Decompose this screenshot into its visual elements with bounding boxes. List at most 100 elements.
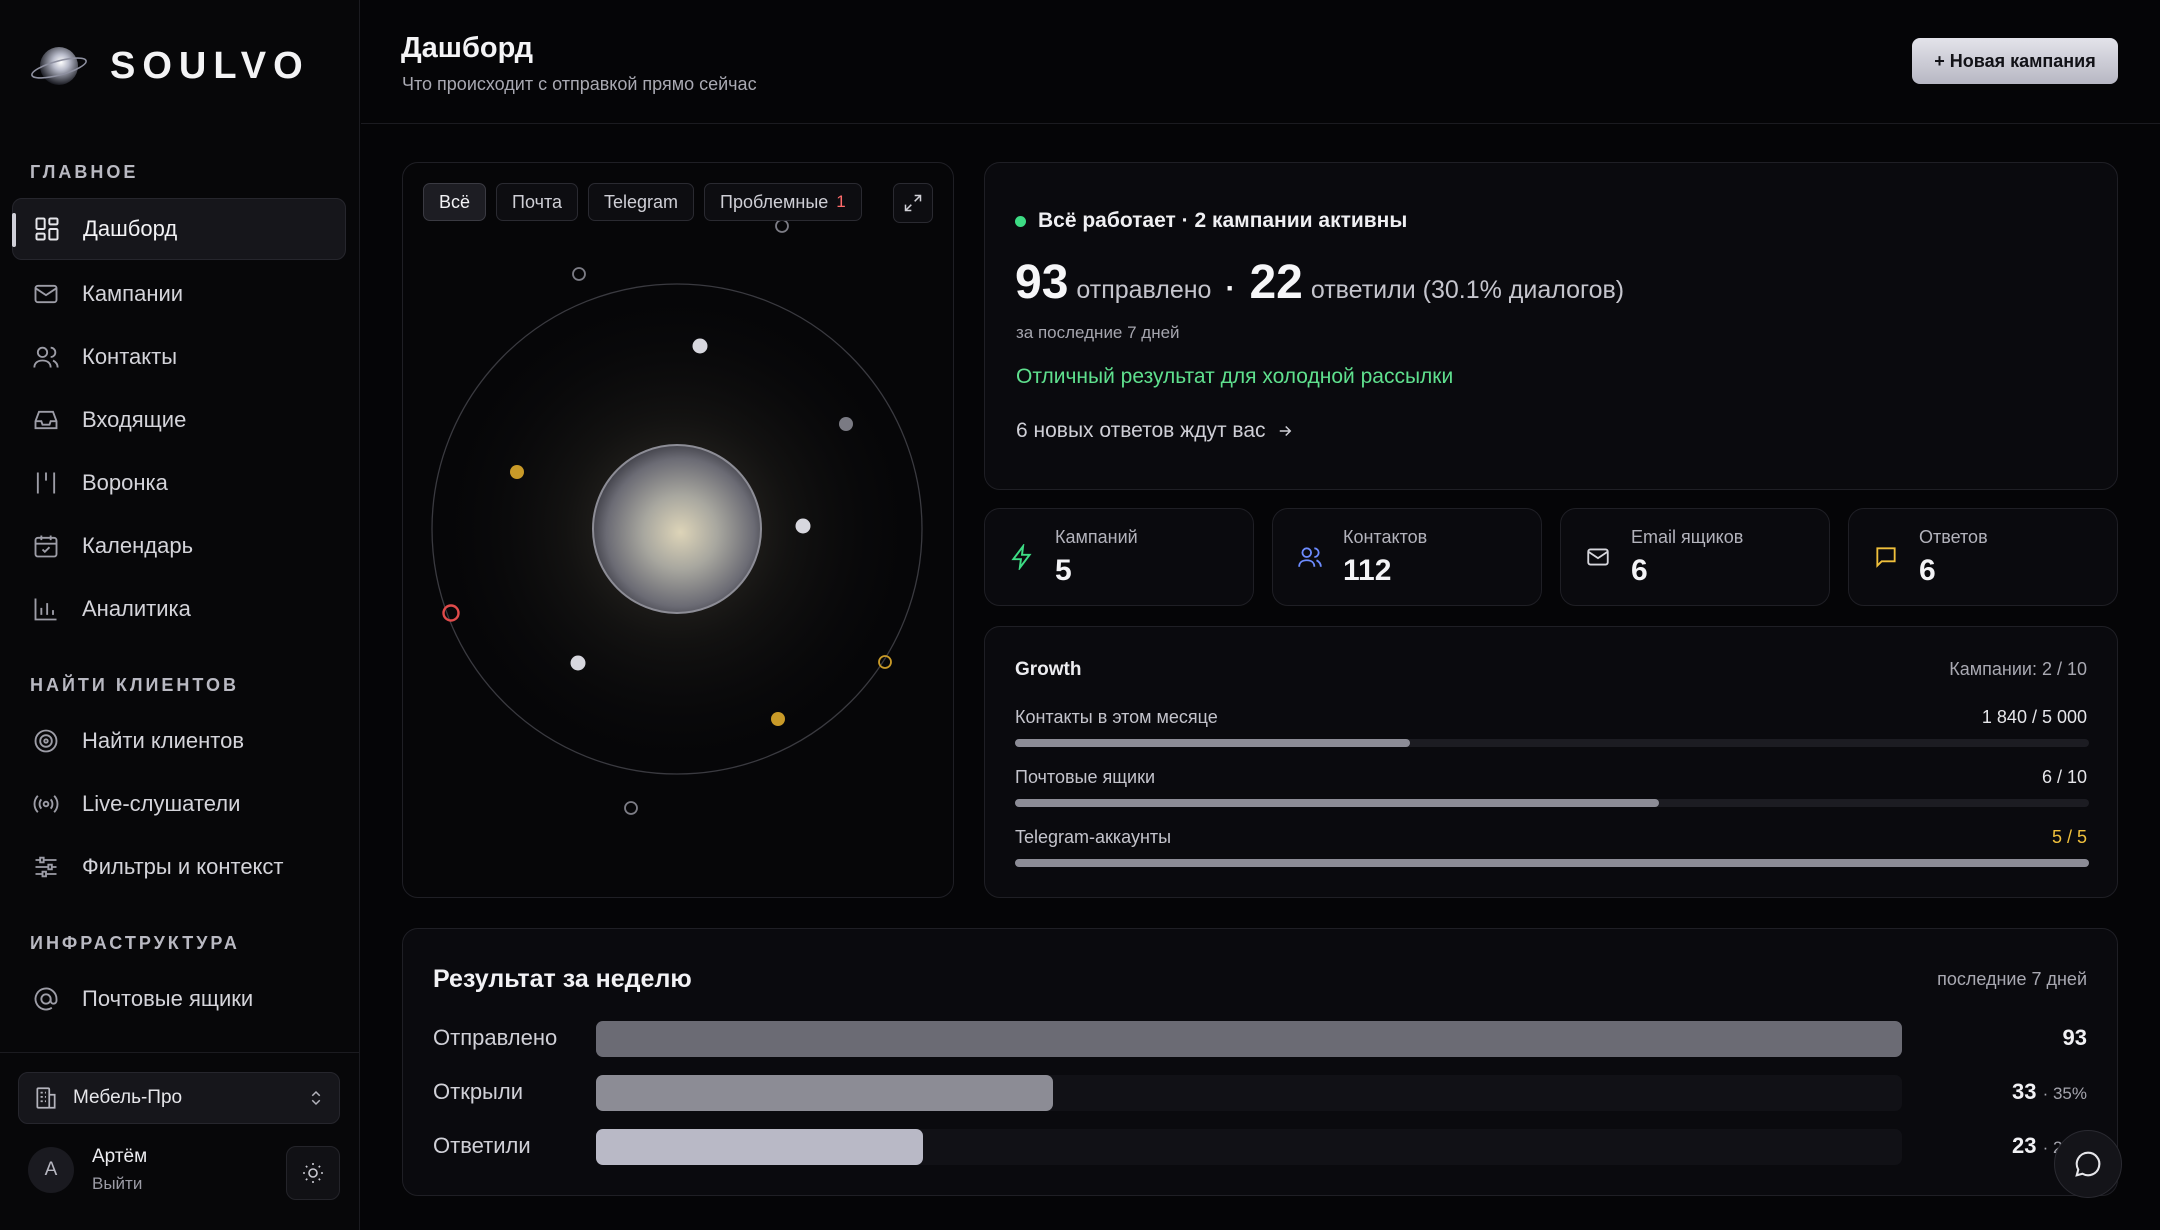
sidebar-item-contacts[interactable]: Контакты: [12, 326, 346, 388]
logout-link[interactable]: Выйти: [92, 1174, 147, 1194]
filter-mail-chip[interactable]: Почта: [496, 183, 579, 221]
problem-count-badge: 1: [836, 192, 846, 211]
stat-tile-replies[interactable]: Ответов 6: [1848, 508, 2118, 606]
orbit-node[interactable]: [839, 417, 853, 431]
page-title: Дашборд: [401, 32, 533, 64]
sidebar-item-label: Аналитика: [82, 596, 191, 621]
broadcast-icon: [33, 795, 59, 813]
new-campaign-button[interactable]: + Новая кампания: [1912, 38, 2118, 84]
sidebar-item-mailboxes[interactable]: Почтовые ящики: [12, 968, 346, 1030]
week-value: 33: [2011, 1079, 2037, 1104]
orbit-node[interactable]: [572, 267, 586, 281]
new-replies-text: 6 новых ответов ждут вас: [1016, 419, 1266, 442]
filter-problems-chip[interactable]: Проблемные 1: [704, 183, 862, 221]
orbit-node[interactable]: [795, 518, 811, 534]
tile-value: 6: [1631, 553, 1648, 587]
stat-tile-mailboxes[interactable]: Email ящиков 6: [1560, 508, 1830, 606]
planet-logo-icon: [30, 40, 88, 92]
stat-tile-campaigns[interactable]: Кампаний 5: [984, 508, 1254, 606]
orbit-diagram: [427, 219, 927, 815]
sidebar-item-label: Почтовые ящики: [82, 986, 254, 1011]
filter-label: Всё: [439, 191, 471, 212]
logo[interactable]: SOULVO: [30, 40, 310, 92]
orbit-node[interactable]: [692, 338, 708, 354]
growth-progress-track: [1015, 739, 2089, 747]
week-row-value: 93: [2063, 1025, 2087, 1051]
week-bar-track: [596, 1075, 1902, 1111]
filter-label: Проблемные: [720, 191, 829, 212]
bolt-icon: [1011, 544, 1032, 570]
mail-icon: [1587, 548, 1609, 566]
week-bar-fill: [596, 1075, 1054, 1111]
orbit-node-telegram[interactable]: [771, 712, 785, 726]
dashboard-icon: [35, 217, 59, 241]
sidebar-item-campaigns[interactable]: Кампании: [12, 263, 346, 325]
chat-icon: [1876, 547, 1896, 568]
target-icon: [34, 729, 58, 753]
building-icon: [36, 1087, 56, 1109]
big-stats: 93 отправлено · 22 ответили (30.1% диало…: [1015, 255, 1624, 310]
calendar-icon: [34, 535, 58, 558]
week-bar-fill: [596, 1129, 923, 1165]
week-row-label: Отправлено: [433, 1025, 558, 1050]
orbit-node-telegram[interactable]: [510, 465, 524, 479]
at-icon: [34, 987, 58, 1011]
week-period: последние 7 дней: [1937, 969, 2087, 989]
mail-icon: [34, 284, 58, 304]
week-value: 93: [2062, 1025, 2087, 1050]
sidebar-item-inbox[interactable]: Входящие: [12, 389, 346, 451]
tile-label: Ответов: [1919, 526, 1988, 547]
sent-label: отправлено: [1076, 276, 1212, 304]
replied-label: ответили (30.1% диалогов): [1310, 276, 1625, 304]
sidebar-item-label: Кампании: [82, 281, 184, 306]
sidebar-item-analytics[interactable]: Аналитика: [12, 578, 346, 640]
workspace-switcher[interactable]: Мебель-Про: [18, 1072, 340, 1124]
status-summary-card: Всё работает · 2 кампании активны 93 отп…: [984, 162, 2118, 490]
sidebar-item-dashboard[interactable]: Дашборд: [12, 198, 346, 260]
tile-label: Email ящиков: [1631, 526, 1744, 547]
section-main-label: ГЛАВНОЕ: [30, 162, 139, 182]
filter-telegram-chip[interactable]: Telegram: [588, 183, 695, 221]
sidebar-item-find-clients[interactable]: Найти клиентов: [12, 710, 346, 772]
analytics-icon: [34, 598, 57, 621]
sidebar-item-live-listeners[interactable]: Live-слушатели: [12, 773, 346, 835]
orbit-visualization-card: Всё Почта Telegram Проблемные 1: [402, 162, 954, 898]
expand-button[interactable]: [893, 183, 933, 223]
avatar[interactable]: А: [28, 1147, 74, 1193]
sidebar-divider: [0, 1052, 360, 1053]
chat-support-button[interactable]: [2054, 1130, 2122, 1198]
stats-separator: ·: [1225, 272, 1236, 305]
status-line: Всё работает · 2 кампании активны: [1015, 209, 1407, 233]
orbit-node[interactable]: [775, 219, 789, 233]
inbox-icon: [34, 410, 58, 430]
tile-value: 5: [1055, 553, 1072, 587]
stat-tile-contacts[interactable]: Контактов 112: [1272, 508, 1542, 606]
theme-toggle-button[interactable]: [286, 1146, 340, 1200]
expand-icon: [904, 194, 922, 212]
sidebar-item-calendar[interactable]: Календарь: [12, 515, 346, 577]
user-name: Артём: [92, 1146, 148, 1167]
growth-progress-fill: [1015, 859, 2089, 867]
week-value: 23: [2011, 1133, 2037, 1158]
growth-progress-track: [1015, 859, 2089, 867]
growth-progress-fill: [1015, 739, 1411, 747]
central-planet: [592, 444, 762, 614]
week-bar-track: [596, 1021, 1902, 1057]
workspace-name: Мебель-Про: [73, 1087, 183, 1108]
replied-count: 22: [1249, 256, 1303, 309]
status-dot-icon: [1015, 215, 1026, 227]
user-profile: А Артём Выйти: [28, 1146, 147, 1194]
users-icon: [33, 346, 59, 368]
sidebar-item-label: Воронка: [82, 470, 168, 495]
orbit-node[interactable]: [570, 655, 586, 671]
sidebar-item-filters[interactable]: Фильтры и контекст: [12, 836, 346, 898]
filter-all-chip[interactable]: Всё: [423, 183, 487, 221]
sidebar: SOULVO ГЛАВНОЕ Дашборд Кампании Контакты…: [0, 0, 360, 1230]
week-row-value: 33 · 35%: [2012, 1079, 2087, 1105]
week-title: Результат за неделю: [433, 965, 692, 993]
sidebar-item-funnel[interactable]: Воронка: [12, 452, 346, 514]
growth-title: Growth: [1015, 659, 1082, 680]
new-replies-link[interactable]: 6 новых ответов ждут вас: [1016, 419, 1294, 443]
orbit-node[interactable]: [624, 801, 638, 815]
week-bar-fill: [596, 1021, 1902, 1057]
